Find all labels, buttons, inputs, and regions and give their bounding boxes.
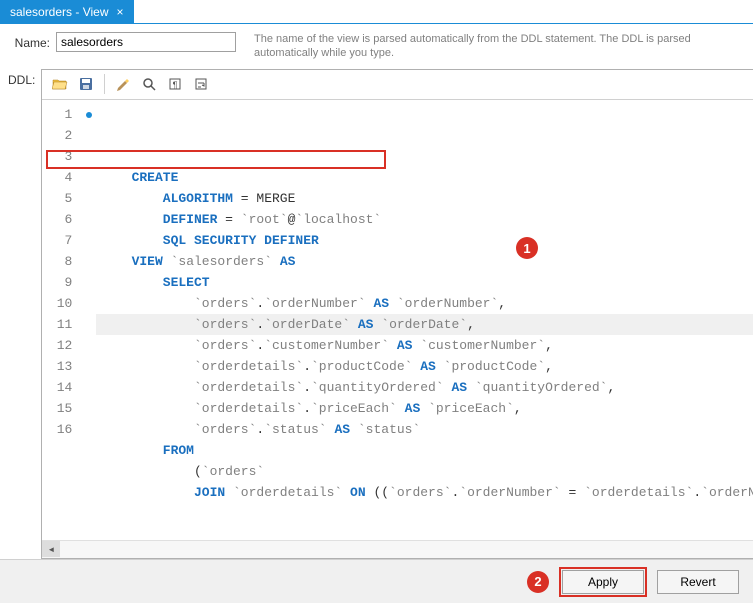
- code-line[interactable]: VIEW `salesorders` AS: [96, 251, 753, 272]
- sql-editor: ¶ 12345678910111213141516 CREATE ALGORIT…: [41, 69, 753, 559]
- code-line[interactable]: `orders`.`orderNumber` AS `orderNumber`,: [96, 293, 753, 314]
- code-line[interactable]: CREATE: [96, 167, 753, 188]
- line-number-gutter: 12345678910111213141516: [42, 100, 82, 540]
- scroll-left-icon[interactable]: ◄: [42, 541, 60, 557]
- ddl-row: DDL: ¶ 12345678910111213141516: [0, 65, 753, 559]
- close-icon[interactable]: ×: [116, 6, 123, 18]
- name-row: Name: The name of the view is parsed aut…: [0, 24, 753, 65]
- tab-salesorders[interactable]: salesorders - View ×: [0, 0, 134, 23]
- apply-button[interactable]: Apply: [562, 570, 644, 594]
- code-line[interactable]: `orderdetails`.`priceEach` AS `priceEach…: [96, 398, 753, 419]
- save-icon[interactable]: [74, 72, 98, 96]
- toolbar-separator: [104, 74, 105, 94]
- callout-2: 2: [527, 571, 549, 593]
- code-line[interactable]: JOIN `orderdetails` ON ((`orders`.`order…: [96, 482, 753, 503]
- search-icon[interactable]: [137, 72, 161, 96]
- beautify-icon[interactable]: [111, 72, 135, 96]
- ddl-label: DDL:: [8, 69, 35, 87]
- svg-text:¶: ¶: [173, 80, 178, 90]
- code-line[interactable]: `orderdetails`.`productCode` AS `product…: [96, 356, 753, 377]
- name-label: Name:: [8, 32, 50, 50]
- code-line[interactable]: SQL SECURITY DEFINER: [96, 230, 753, 251]
- horizontal-scrollbar[interactable]: ◄ ►: [42, 540, 753, 558]
- callout-1: 1: [516, 237, 538, 259]
- folder-open-icon[interactable]: [48, 72, 72, 96]
- code-line[interactable]: (`orders`: [96, 461, 753, 482]
- code-line[interactable]: ALGORITHM = MERGE: [96, 188, 753, 209]
- name-help-text: The name of the view is parsed automatic…: [242, 32, 745, 61]
- tab-bar: salesorders - View ×: [0, 0, 753, 24]
- code-area[interactable]: CREATE ALGORITHM = MERGE DEFINER = `root…: [96, 100, 753, 540]
- editor-toolbar: ¶: [42, 70, 753, 100]
- footer-bar: 2 Apply Revert: [0, 559, 753, 603]
- code-line[interactable]: DEFINER = `root`@`localhost`: [96, 209, 753, 230]
- code-line[interactable]: `orders`.`customerNumber` AS `customerNu…: [96, 335, 753, 356]
- code-line[interactable]: `orders`.`orderDate` AS `orderDate`,: [96, 314, 753, 335]
- pilcrow-icon[interactable]: ¶: [163, 72, 187, 96]
- marker-column: [82, 100, 96, 540]
- name-input[interactable]: [56, 32, 236, 52]
- scroll-track[interactable]: [60, 541, 753, 557]
- editor-body[interactable]: 12345678910111213141516 CREATE ALGORITHM…: [42, 100, 753, 540]
- code-line[interactable]: `orders`.`status` AS `status`: [96, 419, 753, 440]
- apply-highlight: Apply: [559, 567, 647, 597]
- tab-title: salesorders - View: [10, 5, 108, 19]
- code-line[interactable]: `orderdetails`.`quantityOrdered` AS `qua…: [96, 377, 753, 398]
- wrap-icon[interactable]: [189, 72, 213, 96]
- code-line[interactable]: SELECT: [96, 272, 753, 293]
- revert-button[interactable]: Revert: [657, 570, 739, 594]
- code-line[interactable]: FROM: [96, 440, 753, 461]
